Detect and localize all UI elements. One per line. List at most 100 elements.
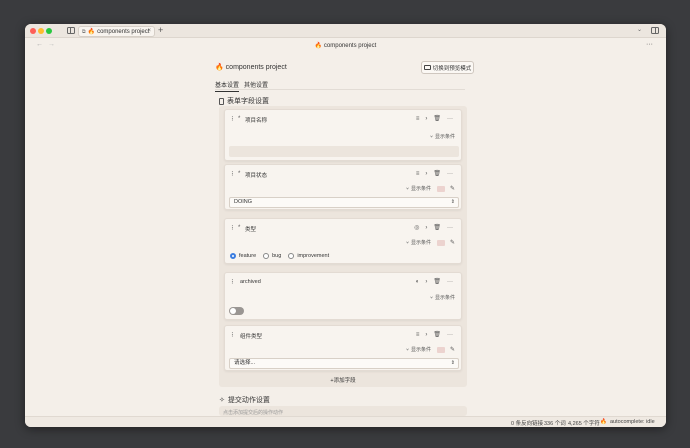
radio-icon [263, 253, 270, 259]
tab-components-project[interactable]: ⧉ 🔥 components project × [78, 26, 155, 37]
field-card: ⠇ * 类型 ◎ › 🗑 ··· ⑂ 显示条件 ✎ feature bug im… [224, 218, 462, 264]
field-name: 项目名称 [245, 118, 268, 124]
expand-chevron-icon[interactable]: › [425, 225, 427, 231]
more-options-icon[interactable]: ··· [646, 41, 653, 48]
backlinks-count[interactable]: 0 条反向链接 [511, 419, 543, 427]
nav-bar: ← → 🔥 components project ··· [25, 39, 666, 53]
tab-page-icon: ⧉ [82, 28, 86, 35]
project-header: 🔥 components project 切换到预览模式 [215, 61, 475, 75]
char-count: 4,265 个字符 [568, 421, 600, 427]
tree-icon: ⑂ [405, 239, 409, 246]
zoom-window-button[interactable] [46, 28, 52, 34]
pencil-icon[interactable]: ✎ [450, 346, 455, 353]
drag-handle-icon[interactable]: ⠇ [231, 171, 236, 178]
add-field-button[interactable]: +添加字段 [219, 376, 467, 384]
fire-icon: 🔥 [314, 43, 323, 49]
trash-icon[interactable]: 🗑 [433, 115, 441, 122]
monitor-icon [423, 65, 431, 70]
switch-preview-button[interactable]: 切换到预览模式 [421, 61, 474, 74]
show-condition-button[interactable]: ⑂ 显示条件 [430, 133, 455, 141]
clipboard-icon [219, 97, 224, 105]
show-condition-button[interactable]: ⑂ 显示条件 ✎ [406, 185, 455, 192]
trash-icon[interactable]: 🗑 [433, 331, 441, 338]
tab-basic-settings[interactable]: 基本设置 [215, 80, 240, 92]
page-title: 🔥 components project [215, 64, 287, 71]
more-icon[interactable]: ··· [447, 279, 453, 285]
expand-chevron-icon[interactable]: › [425, 116, 427, 122]
text-type-icon: ≡ [415, 115, 420, 122]
radio-group: feature bug improvement [230, 253, 329, 259]
options-color-icon[interactable] [436, 239, 445, 246]
radio-feature[interactable]: feature [230, 253, 256, 259]
component-type-select[interactable]: 请选择... ⇕ [229, 358, 459, 369]
more-icon[interactable]: ··· [447, 116, 453, 122]
show-condition-button[interactable]: ⑂ 显示条件 ✎ [406, 346, 455, 353]
drag-handle-icon[interactable]: ⠇ [231, 332, 236, 339]
field-card: ⠇ archived ◐ › 🗑 ··· ⑂ 显示条件 [224, 272, 462, 320]
field-name: 组件类型 [240, 334, 263, 340]
field-controls: ◐ › 🗑 ··· [415, 278, 453, 286]
show-condition-button[interactable]: ⑂ 显示条件 ✎ [406, 239, 455, 246]
pencil-icon[interactable]: ✎ [450, 239, 455, 246]
text-input[interactable] [229, 146, 459, 157]
expand-chevron-icon[interactable]: › [425, 171, 427, 177]
toggle-type-icon: ◐ [415, 278, 420, 285]
document-title: 🔥 components project [314, 43, 377, 49]
options-color-icon[interactable] [436, 346, 445, 353]
form-fields-section-title: 表单字段设置 [219, 96, 269, 106]
tab-title: components project [97, 28, 150, 35]
minimize-window-button[interactable] [38, 28, 44, 34]
field-name: 类型 [245, 227, 257, 233]
tree-icon: ⑂ [405, 185, 409, 192]
select-arrow-icon: ⇕ [450, 199, 455, 205]
required-mark: * [238, 116, 241, 122]
title-bar: ⧉ 🔥 components project × + ⌄ [25, 24, 666, 38]
more-icon[interactable]: ··· [447, 171, 453, 177]
app-window: ⧉ 🔥 components project × + ⌄ ← → 🔥 compo… [25, 24, 666, 427]
field-controls: ≡ › 🗑 ··· [415, 115, 453, 123]
autocomplete-status: autocomplete: idle [610, 419, 655, 425]
radio-bug[interactable]: bug [263, 253, 281, 259]
fire-status-icon: 🔥 [600, 419, 607, 425]
fire-icon: 🔥 [87, 29, 96, 35]
close-window-button[interactable] [30, 28, 36, 34]
word-count: 336 个词 [544, 421, 566, 427]
status-select[interactable]: DOING ⇕ [229, 197, 459, 208]
submit-actions-box[interactable]: 点击添加提交后的操作动作 [219, 406, 467, 416]
chevron-down-icon[interactable]: ⌄ [637, 26, 642, 33]
field-card: ⠇ 组件类型 ≡ › 🗑 ··· ⑂ 显示条件 ✎ 请选择... ⇕ [224, 325, 462, 371]
tab-other-settings[interactable]: 其他设置 [244, 80, 268, 91]
status-bar: 0 条反向链接 336 个词 4,265 个字符 🔥 autocomplete:… [25, 416, 666, 427]
radio-icon [288, 253, 295, 259]
field-card: ⠇ * 项目名称 ≡ › 🗑 ··· ⑂ 显示条件 [224, 109, 462, 161]
archived-switch[interactable] [229, 307, 244, 315]
required-mark: * [238, 171, 241, 177]
pencil-icon[interactable]: ✎ [450, 185, 455, 192]
list-type-icon: ≡ [415, 170, 420, 177]
tab-close-icon[interactable]: × [147, 28, 151, 34]
drag-handle-icon[interactable]: ⠇ [231, 116, 236, 123]
field-name: 项目状态 [245, 173, 268, 179]
radio-selected-icon [230, 253, 236, 259]
field-controls: ≡ › 🗑 ··· [415, 170, 453, 178]
drag-handle-icon[interactable]: ⠇ [231, 279, 236, 286]
new-tab-button[interactable]: + [158, 25, 163, 35]
more-icon[interactable]: ··· [447, 332, 453, 338]
right-sidebar-toggle-icon[interactable] [651, 27, 659, 34]
field-card: ⠇ * 项目状态 ≡ › 🗑 ··· ⑂ 显示条件 ✎ DOING ⇕ [224, 164, 462, 210]
trash-icon[interactable]: 🗑 [433, 224, 441, 231]
sidebar-toggle-icon[interactable] [67, 27, 75, 34]
trash-icon[interactable]: 🗑 [433, 170, 441, 177]
more-icon[interactable]: ··· [447, 225, 453, 231]
tree-icon: ⑂ [405, 346, 409, 353]
show-condition-button[interactable]: ⑂ 显示条件 [430, 294, 455, 302]
drag-handle-icon[interactable]: ⠇ [231, 225, 236, 232]
radio-improvement[interactable]: improvement [288, 253, 329, 259]
expand-chevron-icon[interactable]: › [425, 332, 427, 338]
options-color-icon[interactable] [436, 185, 445, 192]
expand-chevron-icon[interactable]: › [425, 279, 427, 285]
submit-actions-section-title: ✧ 提交动作设置 [219, 397, 270, 404]
trash-icon[interactable]: 🗑 [433, 278, 441, 285]
radio-type-icon: ◎ [414, 225, 420, 231]
required-mark: * [238, 225, 241, 231]
